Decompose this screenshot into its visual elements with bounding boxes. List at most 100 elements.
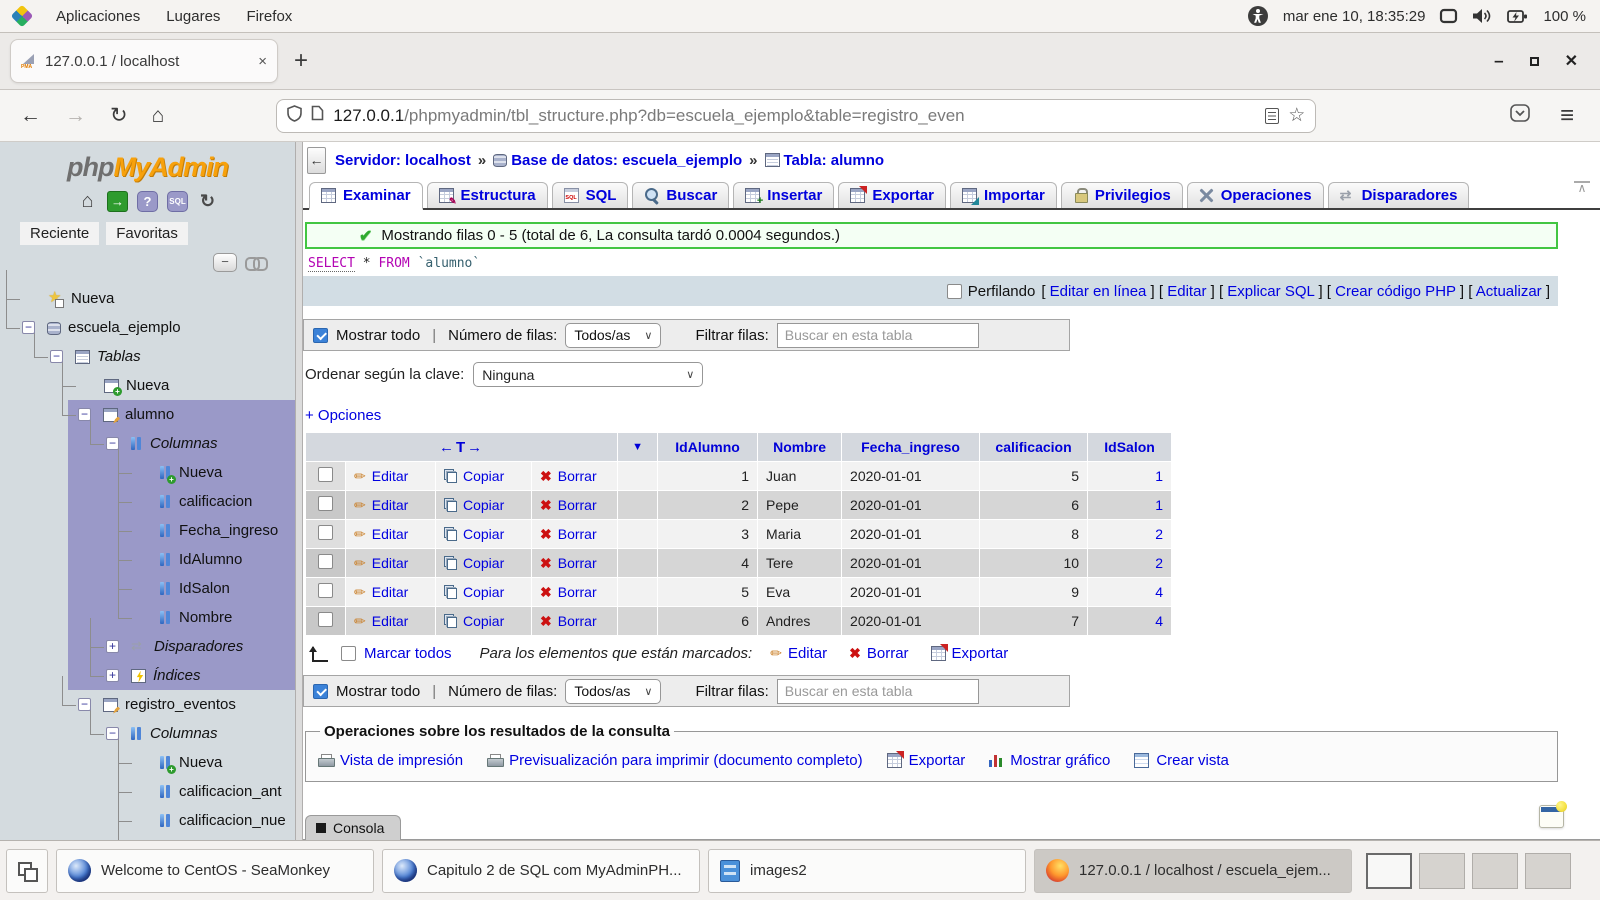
window-maximize-button[interactable] [1530,57,1539,66]
expand-icon[interactable]: + [106,640,119,653]
tree-item-calificacion-nue[interactable]: calificacion_nue [0,806,295,835]
show-all-checkbox[interactable] [313,328,328,343]
tree-item-alumno[interactable]: −alumno [0,400,295,429]
tree-item-nueva[interactable]: Nueva [0,371,295,400]
tab-examinar[interactable]: Examinar [309,182,423,210]
column-header-nombre[interactable]: Nombre [758,433,842,462]
tab-close-icon[interactable]: × [258,53,267,70]
tab-importar[interactable]: Importar [950,182,1057,208]
tree-item-nueva[interactable]: Nueva [0,458,295,487]
back-button[interactable]: ← [20,104,41,128]
cell-idsalon[interactable]: 1 [1088,491,1172,520]
check-all-checkbox[interactable] [341,646,356,661]
column-header-fecha-ingreso[interactable]: Fecha_ingreso [842,433,980,462]
new-tab-button[interactable]: + [294,51,308,71]
row-copiar-link[interactable]: Copiar [444,613,523,629]
operation-exportar-link[interactable]: Exportar [887,752,966,769]
tree-item-idalumno[interactable]: IdAlumno [0,545,295,574]
task-images2[interactable]: images2 [708,849,1026,893]
profiling-link-editar[interactable]: Editar [1167,283,1206,300]
accessibility-icon[interactable] [1247,5,1269,27]
sql-window-icon[interactable]: SQL [167,191,188,212]
tab-disparadores[interactable]: Disparadores [1328,182,1470,208]
profiling-link-explicar-sql[interactable]: Explicar SQL [1227,283,1314,300]
menu-icon[interactable]: ≡ [1560,102,1574,130]
tab-buscar[interactable]: Buscar [632,182,729,208]
row-checkbox[interactable] [318,612,333,627]
row-copiar-link[interactable]: Copiar [444,584,523,600]
tree-item-nueva[interactable]: Nueva [0,748,295,777]
workspace-3[interactable] [1472,853,1518,889]
filter-input[interactable] [777,679,979,704]
tree-item-ndices[interactable]: +Índices [0,661,295,690]
row-editar-link[interactable]: Editar [354,555,427,572]
cell-idsalon[interactable]: 4 [1088,607,1172,636]
breadcrumb-tabla[interactable]: Tabla: alumno [784,152,885,169]
tree-item-registro-eventos[interactable]: −registro_eventos [0,690,295,719]
sort-key-select[interactable]: Ninguna∨ [473,362,703,387]
screen-icon[interactable] [1439,8,1458,24]
row-borrar-link[interactable]: Borrar [540,613,609,630]
breadcrumb-base-de-datos[interactable]: Base de datos: escuela_ejemplo [511,152,742,169]
tree-item-ident-alumno[interactable]: ident_alumno [0,835,295,840]
row-editar-link[interactable]: Editar [354,497,427,514]
tab-operaciones[interactable]: Operaciones [1187,182,1324,208]
menubar-item-lugares[interactable]: Lugares [166,8,220,25]
bookmark-star-icon[interactable]: ☆ [1288,104,1305,127]
profiling-link-crear-c-digo-php[interactable]: Crear código PHP [1335,283,1456,300]
row-borrar-link[interactable]: Borrar [540,555,609,572]
tree-item-nueva[interactable]: Nueva [0,284,295,313]
options-marker[interactable]: ▼ [618,433,658,462]
row-checkbox[interactable] [318,554,333,569]
recent-tables-tab[interactable]: Reciente [20,222,99,245]
row-copiar-link[interactable]: Copiar [444,555,523,571]
cell-idsalon[interactable]: 2 [1088,520,1172,549]
column-order-marker[interactable]: ←T→ [306,433,618,462]
operation-crear-vista-link[interactable]: Crear vista [1134,752,1229,769]
tab-exportar[interactable]: Exportar [838,182,946,208]
link-with-main-icon[interactable] [245,257,265,268]
window-list-button[interactable] [6,849,48,893]
selected-exportar-link[interactable]: Exportar [931,645,1009,662]
battery-icon[interactable] [1507,8,1529,25]
collapse-page-icon[interactable]: ∧ [1574,181,1590,193]
workspace-4[interactable] [1525,853,1571,889]
tree-item-columnas[interactable]: −Columnas [0,719,295,748]
help-icon[interactable]: ? [137,191,158,212]
collapse-icon[interactable]: − [22,321,35,334]
filter-input[interactable] [777,323,979,348]
tab-privilegios[interactable]: Privilegios [1061,182,1183,208]
refresh-icon[interactable]: ↻ [197,191,218,212]
num-rows-select[interactable]: Todos/as∨ [565,679,661,704]
volume-icon[interactable] [1472,8,1493,24]
selected-borrar-link[interactable]: Borrar [849,645,908,662]
breadcrumb-servidor[interactable]: Servidor: localhost [335,152,471,169]
logout-icon[interactable]: → [107,191,128,212]
row-checkbox[interactable] [318,525,333,540]
collapse-icon[interactable]: − [78,698,91,711]
tree-item-calificacion-ant[interactable]: calificacion_ant [0,777,295,806]
tab-sql[interactable]: SQL [552,182,629,208]
operation-vista-de-impresi-n-link[interactable]: Vista de impresión [318,752,463,769]
row-borrar-link[interactable]: Borrar [540,497,609,514]
collapse-all-button[interactable]: − [213,253,237,272]
tree-item-fecha-ingreso[interactable]: Fecha_ingreso [0,516,295,545]
url-text[interactable]: 127.0.0.1/phpmyadmin/tbl_structure.php?d… [333,106,1256,126]
tree-item-calificacion[interactable]: calificacion [0,487,295,516]
row-checkbox[interactable] [318,467,333,482]
cell-idsalon[interactable]: 2 [1088,549,1172,578]
distro-logo-icon[interactable] [11,5,34,28]
hide-sidebar-button[interactable]: ← [307,147,326,174]
options-toggle-link[interactable]: + Opciones [305,407,381,424]
window-close-button[interactable]: ✕ [1565,51,1578,71]
profiling-link-editar-en-l-nea[interactable]: Editar en línea [1050,283,1147,300]
expand-icon[interactable]: + [106,669,119,682]
collapse-icon[interactable]: − [50,350,63,363]
row-copiar-link[interactable]: Copiar [444,497,523,513]
profiling-link-actualizar[interactable]: Actualizar [1476,283,1542,300]
workspace-2[interactable] [1419,853,1465,889]
row-editar-link[interactable]: Editar [354,468,427,485]
column-header-idalumno[interactable]: IdAlumno [658,433,758,462]
profiling-checkbox[interactable] [947,284,962,299]
row-checkbox[interactable] [318,496,333,511]
